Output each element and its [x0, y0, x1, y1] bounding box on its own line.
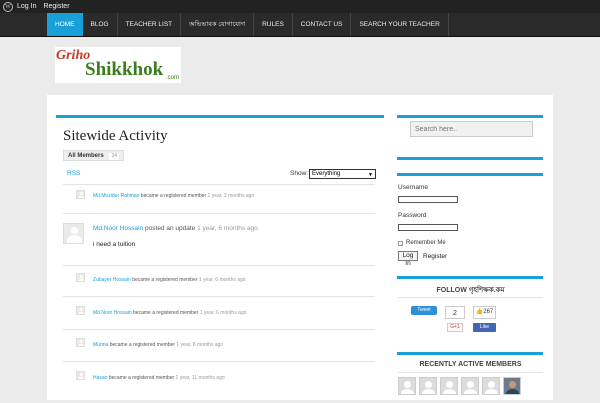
activity-item: Md.Mozidur Rahman became a registered me…	[93, 193, 254, 199]
password-field[interactable]	[398, 224, 458, 231]
activity-item: Munna became a registered member 1 year,…	[93, 342, 223, 348]
show-label: Show:	[290, 170, 309, 177]
logo-text-shikkhok: Shikkhok	[85, 59, 164, 80]
member-avatar[interactable]	[398, 377, 416, 395]
page-title: Sitewide Activity	[63, 128, 168, 144]
member-avatar[interactable]	[482, 377, 500, 395]
divider	[63, 329, 375, 330]
divider	[63, 213, 375, 214]
activity-item: Zubayer Hossain became a registered memb…	[93, 277, 246, 283]
nav-rules[interactable]: RULES	[254, 13, 293, 36]
facebook-icon: Like	[479, 324, 490, 330]
admin-login-link[interactable]: Log In	[17, 3, 36, 10]
member-link[interactable]: Md.Mozidur Rahman	[93, 193, 139, 199]
main-navbar: HOME BLOG TEACHER LIST অভিভাবক যোগাযোগ R…	[0, 13, 600, 37]
admin-bar: W Log In Register	[0, 0, 600, 13]
activity-filter-value: Everything	[312, 171, 341, 177]
divider	[63, 184, 375, 185]
site-logo[interactable]: Griho Shikkhok .com	[55, 47, 181, 83]
main-menu: HOME BLOG TEACHER LIST অভিভাবক যোগাযোগ R…	[47, 13, 449, 36]
activity-item: Md.Noor Hossain became a registered memb…	[93, 310, 246, 316]
divider	[63, 361, 375, 362]
activity-timestamp[interactable]: 1 year, 6 months ago	[199, 277, 246, 283]
wordpress-icon[interactable]: W	[3, 1, 13, 12]
logo-text-domain: .com	[166, 75, 180, 81]
activity-timestamp[interactable]: 1 year, 6 months ago	[200, 310, 247, 316]
nav-search-teacher[interactable]: SEARCH YOUR TEACHER	[351, 13, 449, 36]
avatar[interactable]	[76, 306, 85, 315]
member-link[interactable]: Hasan	[93, 375, 107, 381]
nav-home[interactable]: HOME	[47, 13, 83, 36]
avatar[interactable]	[76, 371, 85, 380]
member-avatar[interactable]	[461, 377, 479, 395]
nav-teacher-list[interactable]: TEACHER LIST	[118, 13, 182, 36]
tweet-button[interactable]: Tweet	[411, 306, 437, 315]
member-avatar[interactable]	[419, 377, 437, 395]
activity-filter-select[interactable]: Everything ▼	[309, 169, 376, 179]
follow-title: FOLLOW গৃহশিক্ষক.কম	[436, 287, 505, 294]
avatar[interactable]	[76, 273, 85, 282]
remember-checkbox[interactable]	[398, 241, 403, 246]
register-link[interactable]: Register	[423, 253, 447, 260]
username-label: Username	[398, 184, 428, 191]
activity-item: Hasan became a registered member 1 year,…	[93, 375, 225, 381]
admin-register-link[interactable]: Register	[43, 3, 69, 10]
tweet-count: 2	[445, 306, 465, 319]
member-avatar[interactable]	[440, 377, 458, 395]
activity-timestamp[interactable]: 1 year, 6 months ago	[197, 225, 258, 232]
divider	[398, 372, 543, 373]
recent-members-title: RECENTLY ACTIVE MEMBERS	[419, 361, 522, 368]
twitter-icon: Tweet	[417, 307, 431, 313]
activity-text: posted an update	[145, 225, 196, 232]
member-link[interactable]: Md.Noor Hossain	[93, 310, 132, 316]
tab-label: All Members	[68, 153, 104, 159]
search-input[interactable]	[410, 121, 533, 137]
nav-contact-us[interactable]: CONTACT US	[293, 13, 352, 36]
activity-item: Md.Noor Hossain posted an update 1 year,…	[93, 225, 258, 232]
activity-text: became a registered member	[133, 310, 199, 316]
rss-link[interactable]: RSS	[67, 170, 80, 177]
member-link[interactable]: Munna	[93, 342, 108, 348]
password-label: Password	[398, 212, 427, 219]
divider	[398, 297, 543, 298]
login-button[interactable]: Log In	[398, 251, 418, 267]
activity-text: became a registered member	[108, 375, 175, 381]
activity-timestamp[interactable]: 1 year, 11 months ago	[176, 375, 225, 381]
activity-timestamp[interactable]: 1 year, 2 months ago	[208, 193, 255, 199]
like-count: 👍267	[473, 306, 496, 319]
chevron-down-icon: ▼	[368, 172, 373, 178]
divider	[63, 296, 375, 297]
member-avatar[interactable]	[503, 377, 521, 395]
google-plus-button[interactable]: G+1	[447, 323, 463, 332]
avatar[interactable]	[76, 338, 85, 347]
widget-title-bar	[397, 173, 543, 176]
activity-text: became a registered member	[140, 193, 207, 199]
divider	[63, 265, 375, 266]
nav-blog[interactable]: BLOG	[83, 13, 118, 36]
member-link[interactable]: Md.Noor Hossain	[93, 225, 143, 232]
avatar[interactable]	[63, 223, 84, 244]
avatar[interactable]	[76, 190, 85, 199]
activity-timestamp[interactable]: 1 year, 8 months ago	[176, 342, 223, 348]
remember-label: Remember Me	[406, 240, 446, 246]
tab-count-badge: 34	[109, 153, 119, 160]
activity-text: became a registered member	[109, 342, 175, 348]
activity-text: became a registered member	[132, 277, 198, 283]
facebook-like-button[interactable]: Like	[473, 323, 496, 332]
member-link[interactable]: Zubayer Hossain	[93, 277, 131, 283]
tab-all-members[interactable]: All Members 34	[63, 150, 124, 161]
username-field[interactable]	[398, 196, 458, 203]
nav-guardian-contact[interactable]: অভিভাবক যোগাযোগ	[181, 13, 255, 36]
activity-update-body: i need a tuition	[93, 241, 136, 248]
